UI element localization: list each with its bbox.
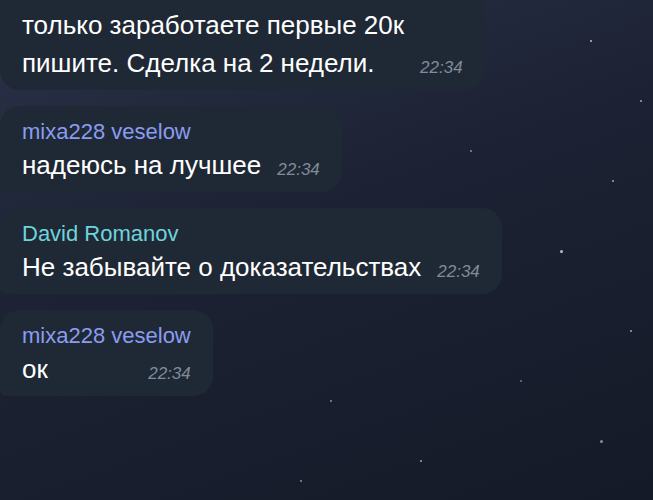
sender-name[interactable]: mixa228 veselow bbox=[22, 118, 320, 146]
message-time: 22:34 bbox=[277, 158, 320, 184]
message-list: только заработаете первые 20к пишите. Сд… bbox=[0, 0, 653, 396]
sender-name[interactable]: mixa228 veselow bbox=[22, 322, 191, 350]
message-bubble[interactable]: David RomanovНе забывайте о доказательст… bbox=[0, 208, 502, 294]
message-time: 22:34 bbox=[437, 260, 480, 286]
message-bubble[interactable]: только заработаете первые 20к пишите. Сд… bbox=[0, 0, 485, 90]
message-text: ок bbox=[22, 350, 48, 388]
chat-view: только заработаете первые 20к пишите. Сд… bbox=[0, 0, 653, 500]
sender-name[interactable]: David Romanov bbox=[22, 220, 480, 248]
message-time: 22:34 bbox=[148, 362, 191, 388]
message-bubble[interactable]: mixa228 veselowок 22:34 bbox=[0, 310, 213, 396]
message-time: 22:34 bbox=[420, 56, 463, 82]
message-text: Не забывайте о доказательствах bbox=[22, 248, 421, 286]
message-bubble[interactable]: mixa228 veselowнадеюсь на лучшее 22:34 bbox=[0, 106, 342, 192]
message-text: только заработаете первые 20к пишите. Сд… bbox=[22, 6, 404, 82]
message-text: надеюсь на лучшее bbox=[22, 146, 261, 184]
